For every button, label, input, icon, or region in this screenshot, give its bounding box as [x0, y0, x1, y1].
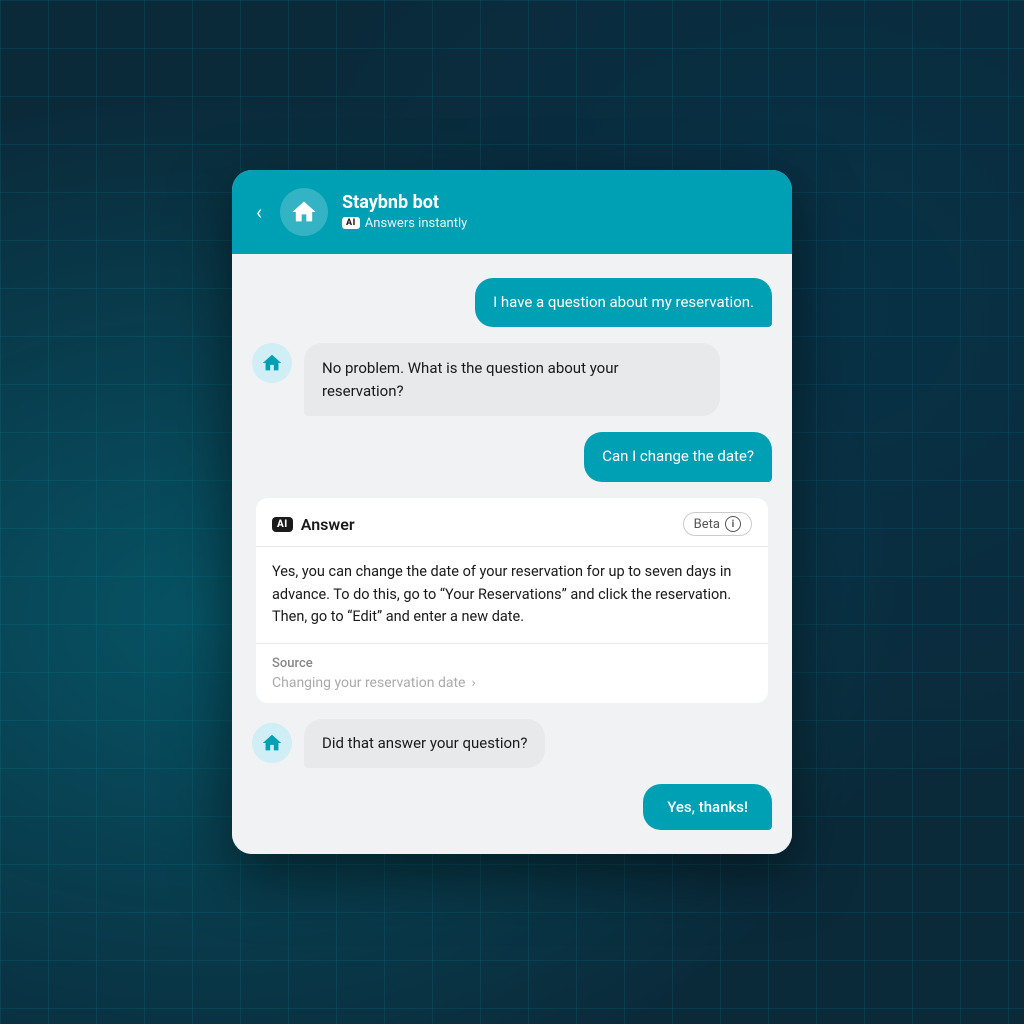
chat-header: ‹ Staybnb bot AI Answers instantly: [232, 170, 792, 254]
answer-body: Yes, you can change the date of your res…: [256, 547, 768, 643]
bot-avatar-large: [280, 188, 328, 236]
bot-message-2: Did that answer your question?: [252, 719, 772, 769]
beta-badge[interactable]: Beta i: [683, 512, 752, 536]
bot-info: Staybnb bot AI Answers instantly: [342, 192, 467, 231]
chat-body: I have a question about my reservation. …: [232, 254, 792, 855]
answer-card-header: AI Answer Beta i: [256, 498, 768, 547]
answer-title-text: Answer: [301, 515, 355, 534]
ai-badge-header: AI: [342, 217, 360, 229]
back-button[interactable]: ‹: [252, 198, 266, 226]
bot-status-text: Answers instantly: [365, 216, 468, 231]
source-link[interactable]: Changing your reservation date ›: [272, 675, 752, 691]
source-label: Source: [272, 656, 752, 671]
yes-thanks-button[interactable]: Yes, thanks!: [643, 784, 772, 830]
answer-title: AI Answer: [272, 515, 355, 534]
bot-message-1: No problem. What is the question about y…: [252, 343, 772, 416]
chat-window: ‹ Staybnb bot AI Answers instantly I hav…: [232, 170, 792, 855]
bot-avatar-sm-1: [252, 343, 292, 383]
answer-card: AI Answer Beta i Yes, you can change the…: [256, 498, 768, 702]
bot-bubble-2: Did that answer your question?: [304, 719, 545, 769]
user-message-2: Can I change the date?: [252, 432, 772, 482]
bot-status: AI Answers instantly: [342, 216, 467, 231]
info-icon[interactable]: i: [725, 516, 741, 532]
ai-badge-card: AI: [272, 517, 293, 532]
bot-bubble-1: No problem. What is the question about y…: [304, 343, 720, 416]
user-bubble-1: I have a question about my reservation.: [475, 278, 772, 328]
bot-avatar-sm-2: [252, 723, 292, 763]
user-message-1: I have a question about my reservation.: [252, 278, 772, 328]
user-bubble-2: Can I change the date?: [584, 432, 772, 482]
source-link-text: Changing your reservation date: [272, 675, 465, 691]
beta-label: Beta: [694, 517, 720, 532]
chevron-right-icon: ›: [471, 675, 475, 691]
bot-name: Staybnb bot: [342, 192, 467, 214]
user-message-thanks: Yes, thanks!: [252, 784, 772, 830]
source-section: Source Changing your reservation date ›: [256, 644, 768, 703]
